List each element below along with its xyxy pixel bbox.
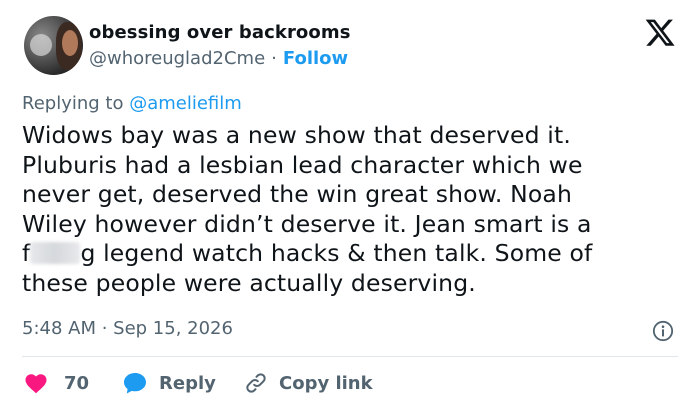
follow-button[interactable]: Follow <box>283 48 348 69</box>
author-handle-row: @whoreuglad2Cme · Follow <box>89 48 348 69</box>
copy-link-button[interactable]: Copy link <box>244 370 373 396</box>
heart-icon <box>25 374 47 394</box>
x-logo-icon[interactable] <box>645 19 675 46</box>
reply-context-prefix: Replying to <box>22 93 124 114</box>
avatar[interactable] <box>24 16 83 75</box>
tweet-timestamp[interactable]: 5:48 AM · Sep 15, 2026 <box>22 318 233 339</box>
reply-context: Replying to @ameliefilm <box>22 93 242 114</box>
separator-dot: · <box>271 48 277 69</box>
speech-bubble-icon <box>124 373 146 394</box>
tweet-line-end: g legend watch hacks & then talk. Some o… <box>80 239 593 268</box>
info-icon[interactable] <box>652 320 674 342</box>
author-handle[interactable]: @whoreuglad2Cme <box>89 48 265 69</box>
tweet-line-start: f <box>22 239 31 268</box>
author-display-name[interactable]: obessing over backrooms <box>89 22 351 43</box>
embedded-tweet-card: obessing over backrooms @whoreuglad2Cme ·… <box>0 0 700 410</box>
like-button[interactable]: 70 <box>24 370 89 396</box>
copy-link-label: Copy link <box>279 372 373 394</box>
reply-label: Reply <box>159 372 216 394</box>
avatar-shape <box>30 34 52 56</box>
reply-button[interactable]: Reply <box>122 370 216 396</box>
link-icon <box>246 373 266 393</box>
divider <box>22 356 678 357</box>
reply-mention-link[interactable]: @ameliefilm <box>129 93 242 114</box>
censored-word <box>30 242 81 265</box>
tweet-line: Widows bay was a new show that deserved … <box>22 121 571 149</box>
tweet-text: Widows bay was a new show that deserved … <box>22 121 682 299</box>
tweet-line: f g legend watch hacks & then talk. Some … <box>22 239 682 269</box>
like-count: 70 <box>64 372 90 394</box>
tweet-line: these people were actually deserving. <box>22 268 476 297</box>
tweet-line: Pluburis had a lesbian lead character wh… <box>22 150 583 179</box>
tweet-line: Wiley however didn’t deserve it. Jean sm… <box>22 209 592 238</box>
avatar-shape <box>62 30 78 56</box>
tweet-line: never get, deserved the win great show. … <box>22 180 572 209</box>
